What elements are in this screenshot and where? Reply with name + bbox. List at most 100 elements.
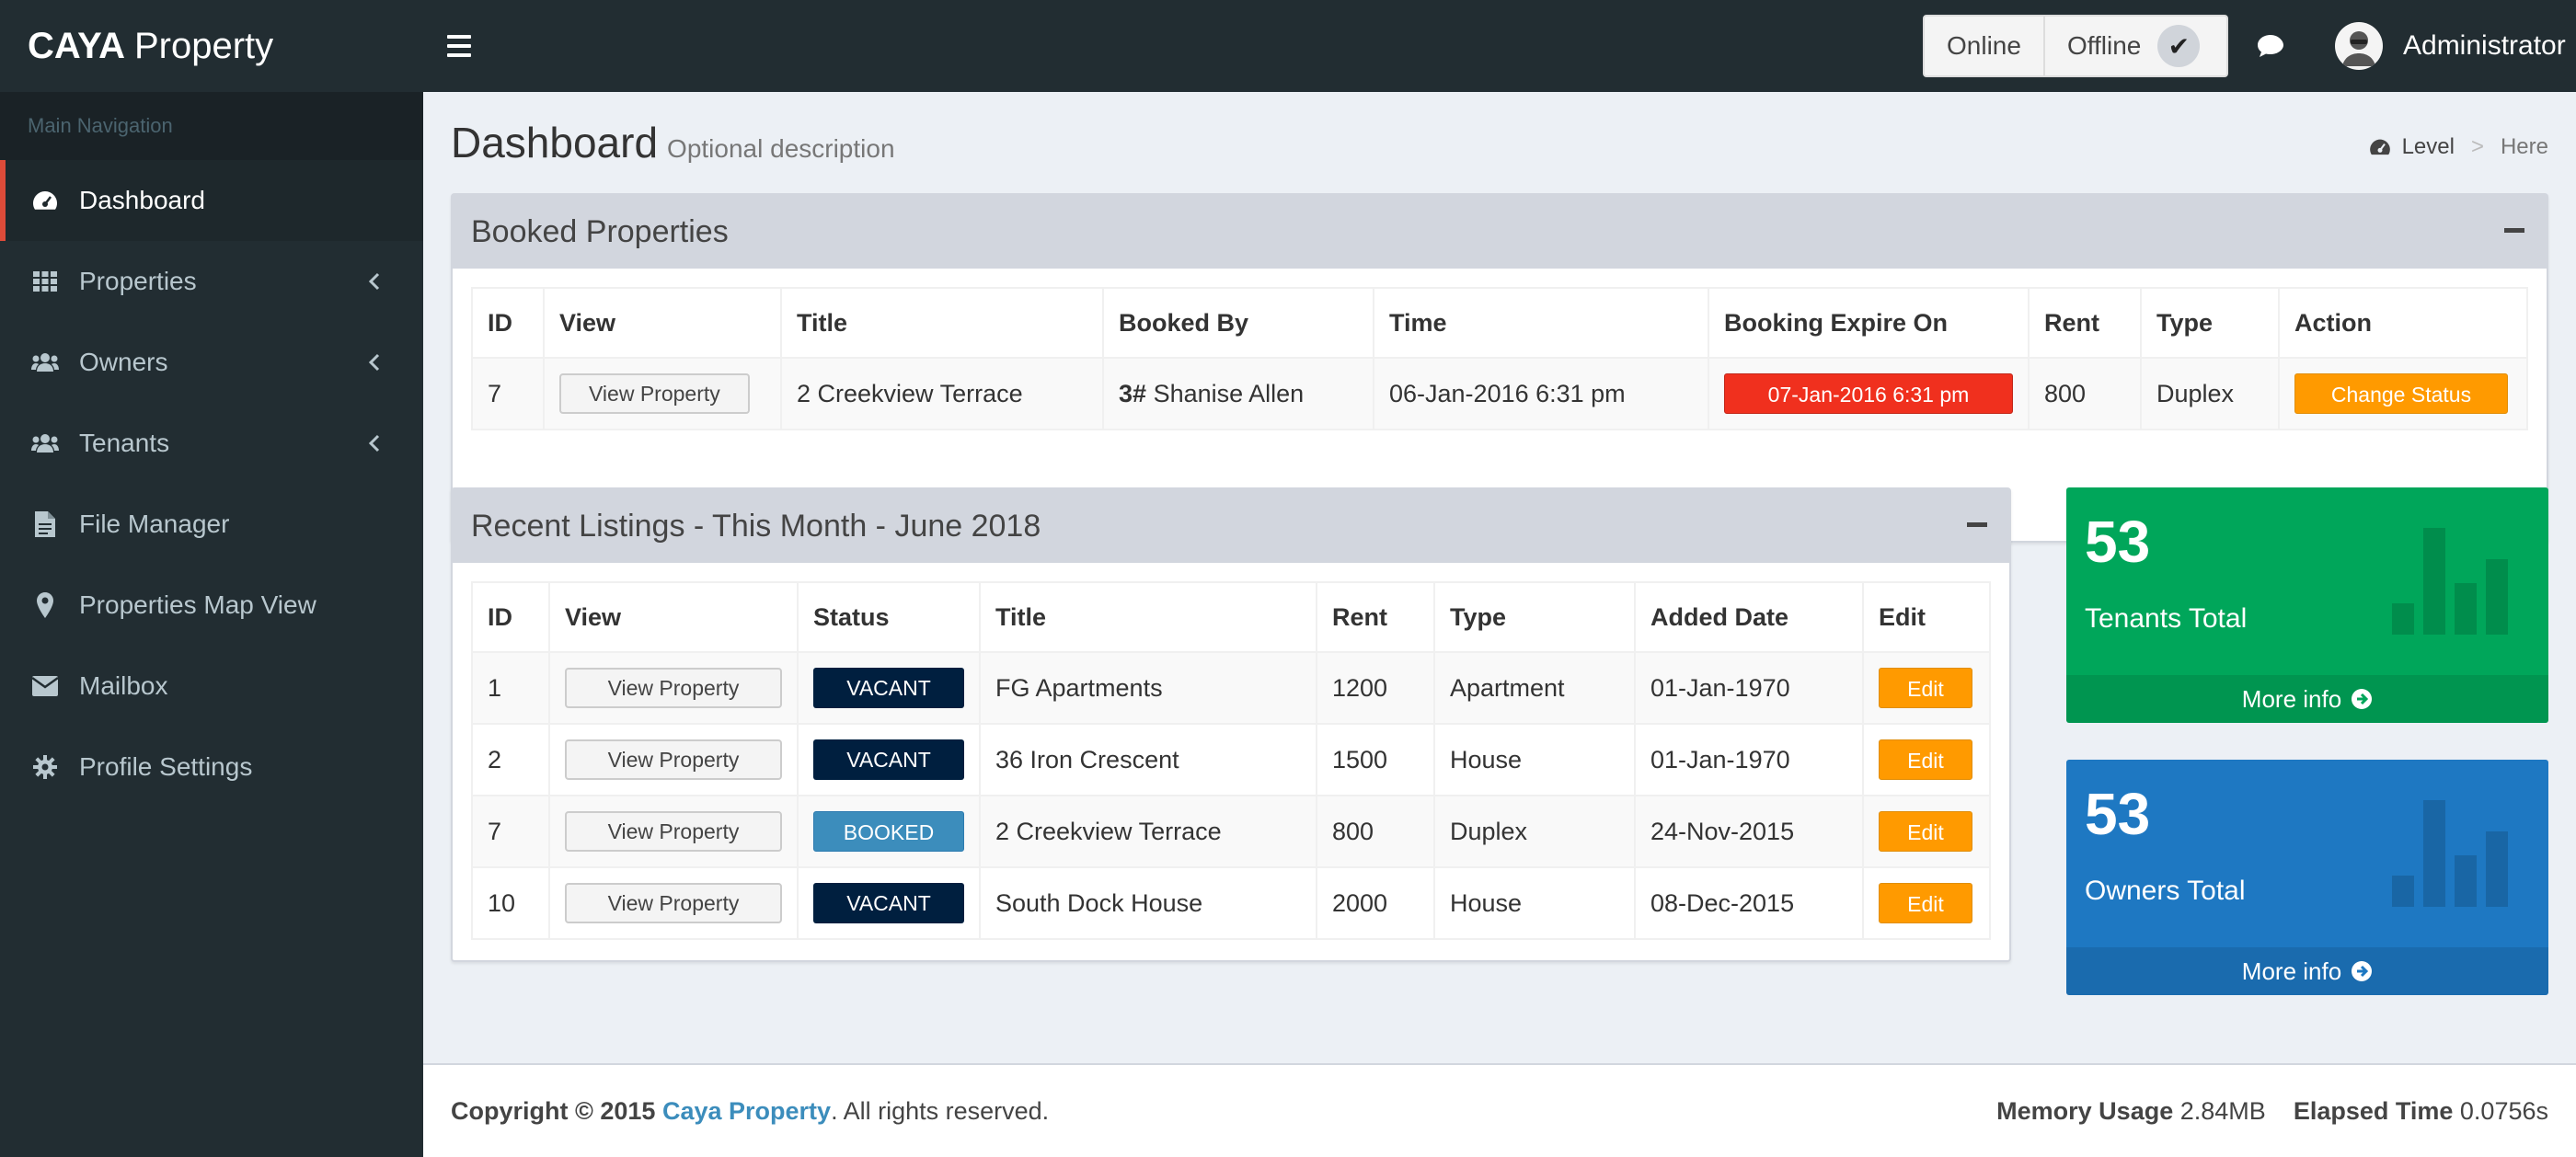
edit-button[interactable]: Edit	[1879, 668, 1972, 708]
column-header: Booking Expire On	[1708, 287, 2030, 359]
edit-button[interactable]: Edit	[1879, 883, 1972, 923]
map-marker-icon	[31, 591, 59, 619]
tenants-total-label: Tenants Total	[2085, 603, 2248, 634]
owners-total-label: Owners Total	[2085, 876, 2246, 906]
chevron-left-icon	[368, 353, 380, 372]
sidebar-item-profile-settings[interactable]: Profile Settings	[0, 727, 423, 808]
sidebar: Main Navigation Dashboard Properties Own…	[0, 92, 423, 1157]
breadcrumb-current: Here	[2500, 134, 2548, 159]
recent-listings-box: Recent Listings - This Month - June 2018…	[451, 487, 2011, 962]
column-header: Title	[979, 581, 1317, 653]
collapse-icon[interactable]	[1967, 522, 1987, 527]
sidebar-toggle-icon[interactable]	[447, 28, 475, 64]
sidebar-item-owners[interactable]: Owners	[0, 322, 423, 403]
chat-icon[interactable]	[2252, 28, 2289, 64]
column-header: View	[543, 287, 782, 359]
bar-chart-icon	[2392, 524, 2521, 635]
status-badge: VACANT	[813, 739, 964, 780]
rights-text: . All rights reserved.	[831, 1096, 1050, 1125]
column-header: View	[548, 581, 799, 653]
view-property-button[interactable]: View Property	[565, 883, 782, 923]
gear-icon	[31, 753, 59, 781]
sidebar-item-properties[interactable]: Properties	[0, 241, 423, 322]
box-title: Recent Listings - This Month - June 2018	[471, 508, 1041, 544]
logo-bold-text: CAYA	[28, 25, 125, 66]
column-header: Time	[1373, 287, 1709, 359]
page-footer: Copyright © 2015 Caya Property. All righ…	[423, 1063, 2576, 1157]
view-property-button[interactable]: View Property	[565, 811, 782, 852]
column-header: Rent	[1316, 581, 1435, 653]
status-badge: BOOKED	[813, 811, 964, 852]
edit-button[interactable]: Edit	[1879, 811, 1972, 852]
online-button[interactable]: Online	[1925, 17, 2045, 75]
column-header: Booked By	[1102, 287, 1374, 359]
column-header: Status	[797, 581, 981, 653]
page-description: Optional description	[667, 134, 895, 163]
chevron-left-icon	[368, 434, 380, 452]
expire-date-badge: 07-Jan-2016 6:31 pm	[1724, 373, 2013, 414]
users-icon	[31, 430, 59, 457]
users-icon	[31, 349, 59, 376]
dashboard-icon	[2369, 139, 2390, 155]
avatar	[2335, 22, 2383, 70]
column-header: ID	[471, 287, 545, 359]
arrow-circle-right-icon	[2352, 689, 2373, 709]
sidebar-item-file-manager[interactable]: File Manager	[0, 484, 423, 565]
table-row: 7 View Property 2 Creekview Terrace 3# S…	[471, 357, 2528, 430]
logo-rest-text: Property	[134, 25, 274, 66]
table-row: 2 View Property VACANT 36 Iron Crescent …	[471, 723, 1991, 796]
sidebar-item-dashboard[interactable]: Dashboard	[0, 160, 423, 241]
column-header: Added Date	[1634, 581, 1864, 653]
status-badge: VACANT	[813, 668, 964, 708]
column-header: Rent	[2028, 287, 2142, 359]
more-info-link[interactable]: More info	[2066, 675, 2548, 723]
view-property-button[interactable]: View Property	[565, 668, 782, 708]
chevron-left-icon	[368, 272, 380, 291]
sidebar-item-mailbox[interactable]: Mailbox	[0, 646, 423, 727]
owners-total-value: 53	[2085, 781, 2151, 847]
sidebar-item-properties-map-view[interactable]: Properties Map View	[0, 565, 423, 646]
collapse-icon[interactable]	[2504, 228, 2524, 233]
page-title: Dashboard	[451, 119, 659, 166]
recent-listings-table: ID View Status Title Rent Type Added Dat…	[471, 581, 1991, 940]
user-menu[interactable]: Administrator	[2335, 22, 2566, 70]
offline-button[interactable]: Offline ✔	[2045, 17, 2222, 75]
check-icon: ✔	[2157, 25, 2201, 67]
envelope-icon	[31, 672, 59, 700]
main-content: Dashboard Optional description Level > H…	[423, 92, 2576, 1063]
change-status-button[interactable]: Change Status	[2294, 373, 2508, 414]
table-row: 7 View Property BOOKED 2 Creekview Terra…	[471, 795, 1991, 868]
column-header: Title	[780, 287, 1104, 359]
tenants-total-box: 53 Tenants Total More info	[2066, 487, 2548, 723]
box-title: Booked Properties	[471, 213, 729, 249]
bar-chart-icon	[2392, 796, 2521, 907]
breadcrumb-level-link[interactable]: Level	[2402, 134, 2455, 160]
footer-stats: Memory Usage 2.84MB Elapsed Time 0.0756s	[1996, 1096, 2548, 1125]
logo[interactable]: CAYA Property	[0, 0, 423, 92]
breadcrumb-separator: >	[2470, 134, 2484, 159]
column-header: Action	[2278, 287, 2528, 359]
edit-button[interactable]: Edit	[1879, 739, 1972, 780]
company-link[interactable]: Caya Property	[662, 1097, 831, 1126]
column-header: Type	[2140, 287, 2280, 359]
sidebar-header: Main Navigation	[0, 92, 423, 160]
more-info-link[interactable]: More info	[2066, 947, 2548, 995]
view-property-button[interactable]: View Property	[565, 739, 782, 780]
sidebar-item-tenants[interactable]: Tenants	[0, 403, 423, 484]
dashboard-icon	[31, 187, 59, 214]
table-row: 1 View Property VACANT FG Apartments 120…	[471, 651, 1991, 725]
copyright-text: Copyright © 2015	[451, 1096, 656, 1125]
breadcrumb: Level > Here	[2369, 134, 2548, 160]
column-header: ID	[471, 581, 550, 653]
user-name: Administrator	[2403, 30, 2566, 61]
grid-icon	[31, 268, 59, 295]
view-property-button[interactable]: View Property	[559, 373, 750, 414]
booked-properties-header: Booked Properties	[453, 195, 2547, 269]
status-badge: VACANT	[813, 883, 964, 923]
column-header: Edit	[1862, 581, 1991, 653]
page-header: Dashboard Optional description	[451, 118, 895, 167]
arrow-circle-right-icon	[2352, 961, 2373, 981]
online-status-toggle: Online Offline ✔	[1923, 15, 2228, 77]
owners-total-box: 53 Owners Total More info	[2066, 760, 2548, 995]
top-navbar: CAYA Property Online Offline ✔ Administr…	[0, 0, 2576, 92]
